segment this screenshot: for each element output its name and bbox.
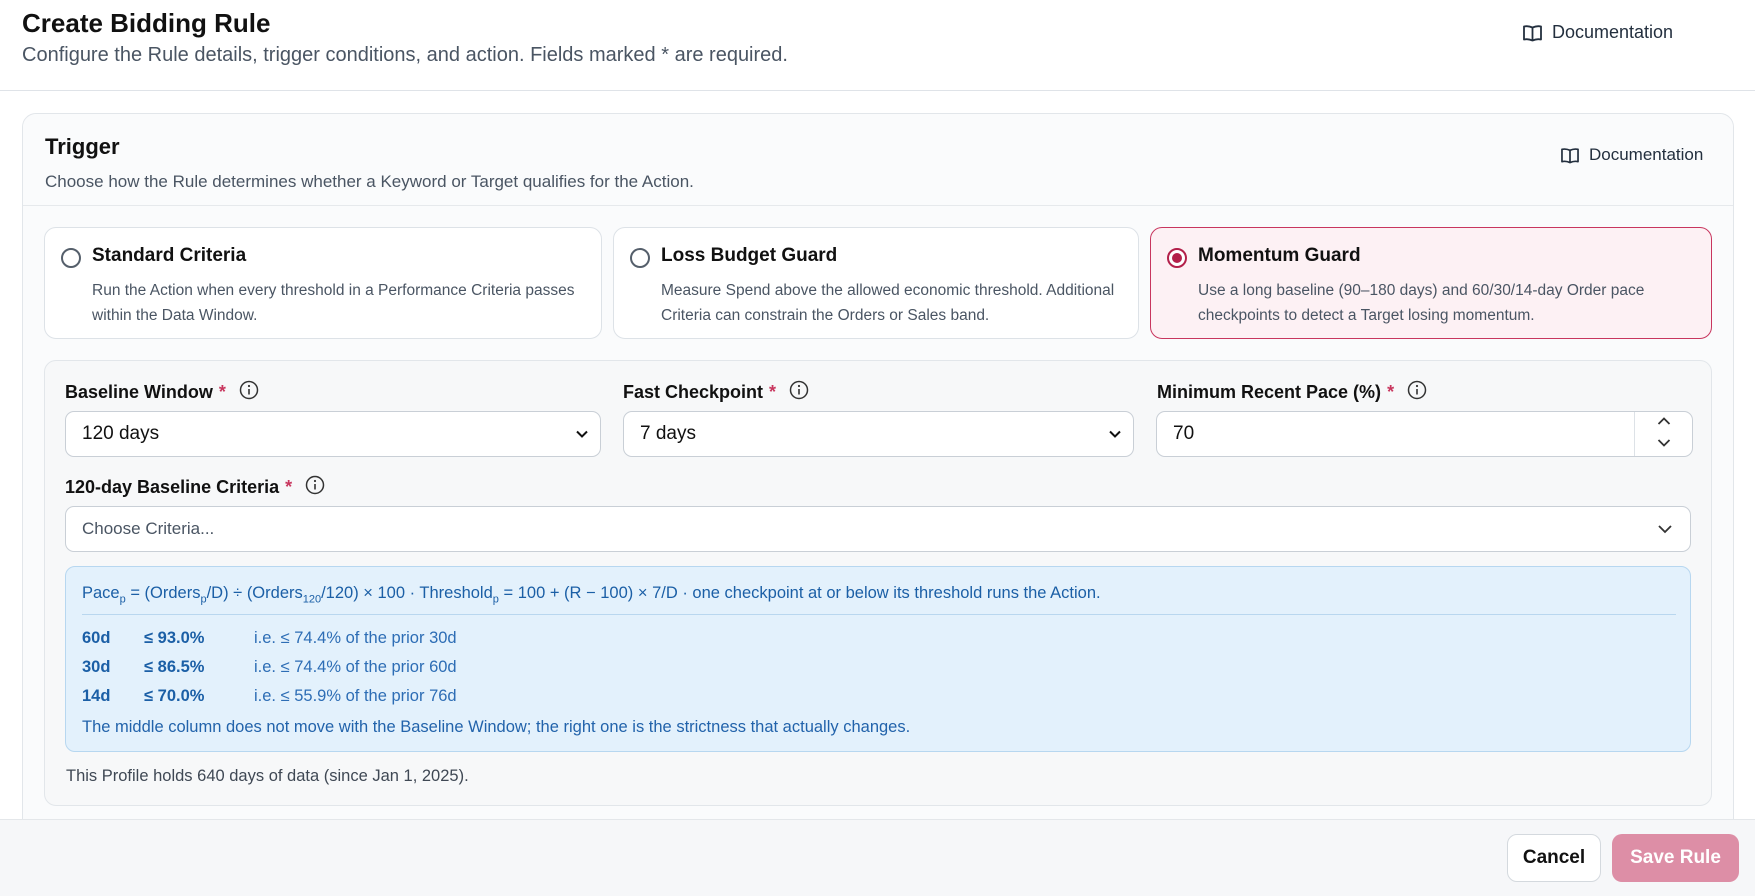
- radio-button-selected[interactable]: [1167, 248, 1187, 268]
- formula-note: The middle column does not move with the…: [82, 718, 911, 736]
- checkpoint-row: 14d ≤ 70.0% i.e. ≤ 55.9% of the prior 76…: [82, 687, 457, 705]
- radio-button[interactable]: [61, 248, 81, 268]
- checkpoint-row: 60d ≤ 93.0% i.e. ≤ 74.4% of the prior 30…: [82, 629, 457, 647]
- chevron-down-icon: [1107, 426, 1123, 447]
- radio-button[interactable]: [630, 248, 650, 268]
- required-mark: *: [769, 382, 777, 402]
- documentation-link-label: Documentation: [1552, 22, 1674, 42]
- checkpoint-row: 30d ≤ 86.5% i.e. ≤ 74.4% of the prior 60…: [82, 658, 457, 676]
- info-icon[interactable]: [305, 475, 325, 500]
- baseline-window-value: 120 days: [82, 423, 160, 444]
- chevron-up-icon: [1656, 414, 1672, 432]
- baseline-criteria-label: 120-day Baseline Criteria *: [65, 475, 325, 500]
- save-rule-button[interactable]: Save Rule: [1612, 834, 1739, 882]
- profile-data-note: This Profile holds 640 days of data (sin…: [66, 767, 469, 785]
- chevron-down-icon: [1656, 436, 1672, 454]
- option-description: Run the Action when every threshold in a…: [92, 282, 575, 324]
- trigger-documentation-link[interactable]: Documentation: [1560, 145, 1703, 165]
- book-icon: [1522, 24, 1543, 42]
- min-recent-pace-label: Minimum Recent Pace (%) *: [1157, 380, 1427, 405]
- info-icon[interactable]: [1407, 380, 1427, 405]
- baseline-criteria-select[interactable]: Choose Criteria...: [65, 506, 1691, 552]
- option-title: Loss Budget Guard: [661, 245, 838, 266]
- book-icon: [1560, 147, 1580, 164]
- min-recent-pace-value: 70: [1173, 423, 1195, 444]
- min-recent-pace-input[interactable]: 70: [1156, 411, 1693, 457]
- required-mark: *: [1387, 382, 1395, 402]
- trigger-description: Choose how the Rule determines whether a…: [45, 172, 694, 191]
- pace-formula-info-box: Pacep = (Ordersp/D) ÷ (Orders120/120) × …: [65, 566, 1691, 752]
- required-mark: *: [285, 477, 293, 497]
- chevron-down-icon: [574, 426, 590, 447]
- baseline-window-label: Baseline Window *: [65, 380, 259, 405]
- trigger-card-header: Trigger Choose how the Rule determines w…: [23, 114, 1733, 206]
- option-momentum-guard[interactable]: Momentum Guard Use a long baseline (90–1…: [1150, 227, 1712, 339]
- chevron-down-icon: [1656, 521, 1674, 542]
- documentation-link[interactable]: Documentation: [1522, 22, 1673, 43]
- page-title: Create Bidding Rule: [22, 8, 271, 38]
- option-description: Use a long baseline (90–180 days) and 60…: [1198, 282, 1645, 324]
- info-icon[interactable]: [239, 380, 259, 405]
- fast-checkpoint-select[interactable]: 7 days: [623, 411, 1134, 457]
- option-title: Momentum Guard: [1198, 245, 1361, 266]
- stepper-up-button[interactable]: [1635, 412, 1693, 434]
- stepper-down-button[interactable]: [1635, 434, 1693, 456]
- quantity-stepper: [1634, 412, 1692, 456]
- fast-checkpoint-label: Fast Checkpoint *: [623, 380, 809, 405]
- required-mark: *: [218, 382, 226, 402]
- option-title: Standard Criteria: [92, 245, 247, 266]
- baseline-criteria-placeholder: Choose Criteria...: [82, 519, 215, 538]
- cancel-button[interactable]: Cancel: [1507, 834, 1601, 882]
- option-standard-criteria[interactable]: Standard Criteria Run the Action when ev…: [44, 227, 602, 339]
- trigger-documentation-label: Documentation: [1589, 145, 1704, 164]
- page-subtitle: Configure the Rule details, trigger cond…: [22, 44, 788, 66]
- divider: [82, 614, 1676, 615]
- option-loss-budget-guard[interactable]: Loss Budget Guard Measure Spend above th…: [613, 227, 1139, 339]
- pace-formula: Pacep = (Ordersp/D) ÷ (Orders120/120) × …: [82, 584, 1101, 606]
- trigger-title: Trigger: [45, 134, 120, 159]
- footer-bar: Cancel Save Rule: [0, 819, 1755, 896]
- baseline-window-select[interactable]: 120 days: [65, 411, 601, 457]
- info-icon[interactable]: [789, 380, 809, 405]
- option-description: Measure Spend above the allowed economic…: [661, 282, 1115, 324]
- fast-checkpoint-value: 7 days: [640, 423, 696, 444]
- page-header: Create Bidding Rule Configure the Rule d…: [0, 0, 1755, 91]
